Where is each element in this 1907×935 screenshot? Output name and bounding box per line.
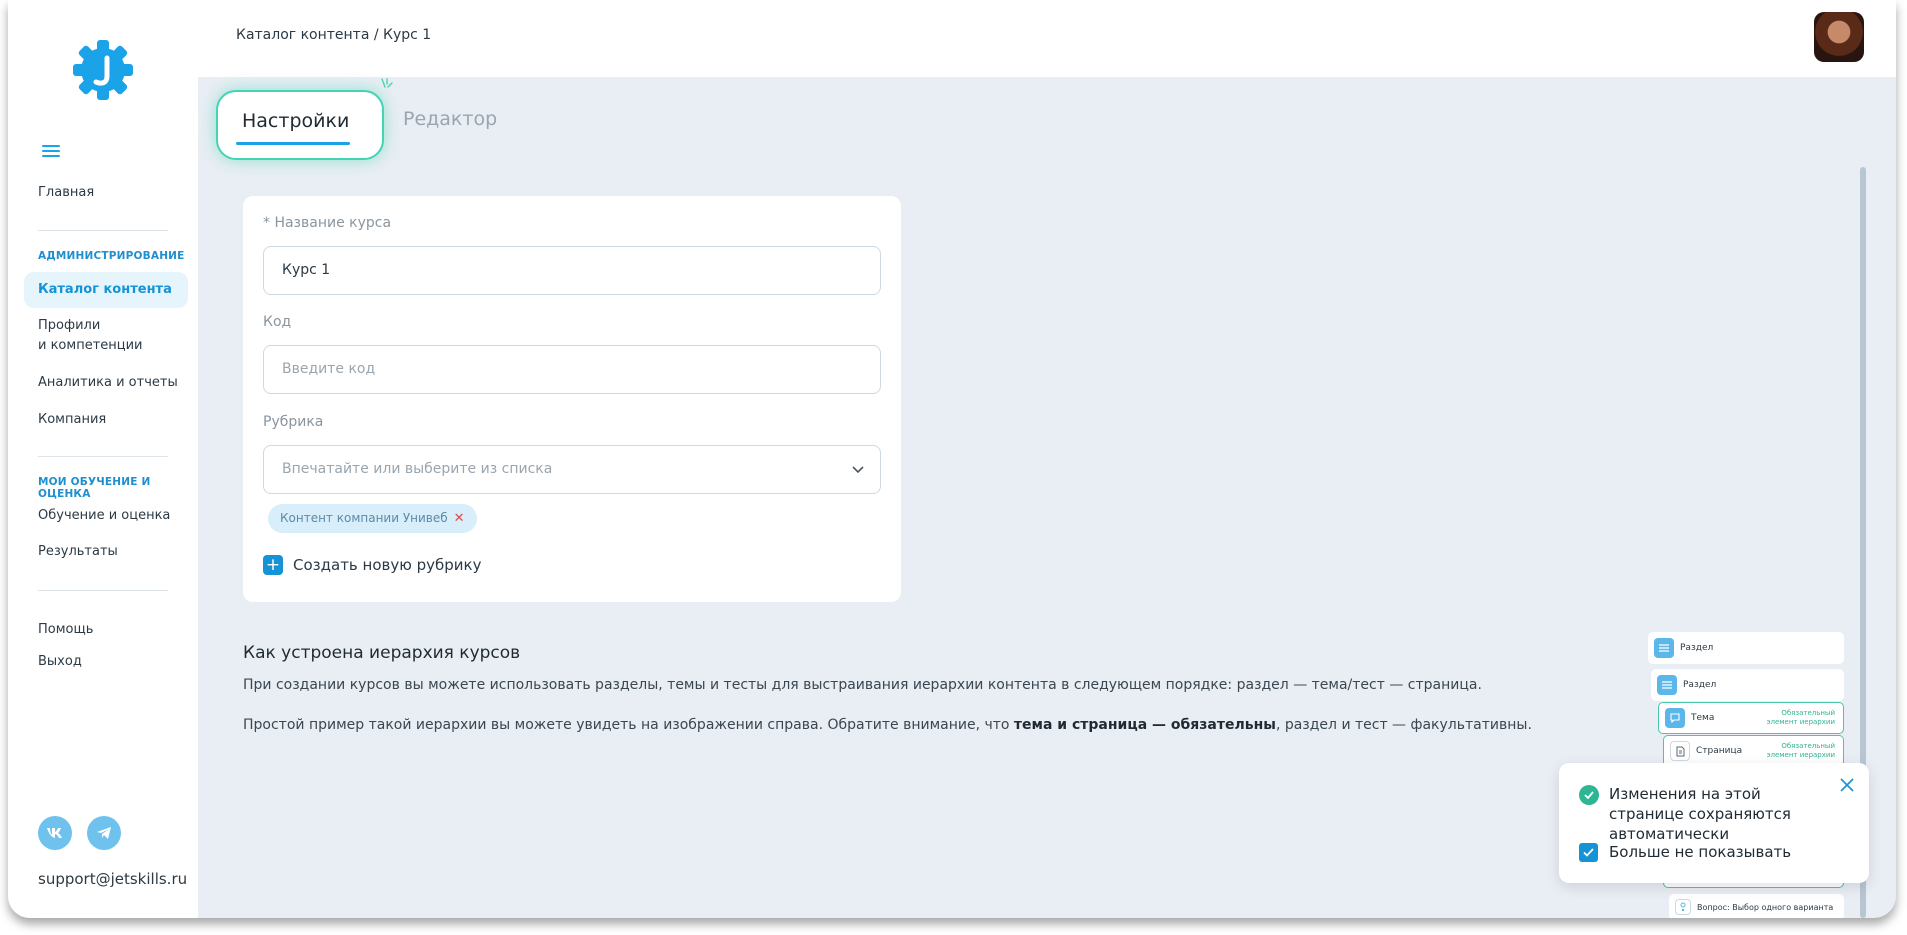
course-settings-card: * Название курса Курс 1 Код Введите код … (243, 196, 901, 602)
nav-logout[interactable]: Выход (38, 652, 82, 672)
nav-heading-learning: МОИ ОБУЧЕНИЕ И ОЦЕНКА (38, 476, 151, 500)
nav-analytics[interactable]: Аналитика и отчеты (38, 373, 178, 393)
nav-learning[interactable]: Обучение и оценка (38, 506, 170, 526)
hierarchy-topic-label: Тема (1691, 713, 1715, 723)
sidebar: Главная АДМИНИСТРИРОВАНИЕ Каталог контен… (8, 0, 198, 918)
dont-show-label[interactable]: Больше не показывать (1609, 843, 1791, 861)
required-note-line2: элемент иерархии (1766, 751, 1835, 759)
nav-profiles-line1: Профили (38, 318, 101, 333)
hierarchy-note: Простой пример такой иерархии вы можете … (243, 717, 1532, 733)
jetskills-logo[interactable] (71, 38, 135, 102)
close-icon[interactable] (1839, 777, 1855, 793)
breadcrumb[interactable]: Каталог контента / Курс 1 (236, 27, 431, 43)
course-name-input[interactable]: Курс 1 (263, 246, 881, 295)
hierarchy-question-row: Вопрос: Выбор одного варианта (1669, 894, 1844, 918)
hierarchy-note-end: , раздел и тест — факультативны. (1275, 717, 1532, 733)
hierarchy-subsection-row: Раздел (1651, 669, 1844, 701)
nav-results[interactable]: Результаты (38, 542, 118, 562)
sidebar-divider (38, 590, 168, 591)
create-rubric-button[interactable]: + Создать новую рубрику (263, 555, 482, 575)
check-circle-icon (1579, 785, 1599, 805)
hierarchy-description: При создании курсов вы можете использова… (243, 677, 1482, 693)
code-label: Код (263, 314, 292, 330)
required-note-line1: Обязательный (1781, 709, 1835, 717)
required-note: Обязательный элемент иерархии (1767, 709, 1835, 727)
list-icon (1657, 675, 1677, 695)
vk-icon[interactable] (38, 816, 72, 850)
remove-chip-icon[interactable]: ✕ (454, 511, 465, 526)
hierarchy-section-row: Раздел (1648, 632, 1844, 664)
telegram-icon[interactable] (87, 816, 121, 850)
sidebar-divider (38, 230, 168, 231)
sidebar-divider (38, 456, 168, 457)
list-icon (1654, 638, 1674, 658)
document-icon (1670, 741, 1690, 761)
tab-editor[interactable]: Редактор (403, 108, 497, 130)
rubric-select-placeholder: Впечатайте или выберите из списка (282, 461, 553, 477)
tab-active-underline (236, 142, 350, 145)
dont-show-checkbox[interactable] (1579, 843, 1598, 862)
chat-icon (1665, 708, 1685, 728)
hierarchy-subsection-label: Раздел (1683, 680, 1717, 690)
nav-heading-admin: АДМИНИСТРИРОВАНИЕ (38, 250, 185, 262)
question-icon (1675, 899, 1691, 915)
required-note-line1: Обязательный (1781, 742, 1835, 750)
hierarchy-topic-row: Тема Обязательный элемент иерархии (1658, 702, 1844, 734)
hierarchy-note-bold: тема и страница — обязательны (1013, 717, 1276, 733)
hierarchy-title: Как устроена иерархия курсов (243, 643, 521, 663)
nav-catalog[interactable]: Каталог контента (24, 272, 188, 308)
nav-main[interactable]: Главная (38, 183, 94, 203)
chevron-down-icon (852, 466, 864, 474)
hierarchy-question-label: Вопрос: Выбор одного варианта (1697, 902, 1834, 912)
rubric-chip: Контент компании Унивеб ✕ (268, 504, 477, 533)
hierarchy-note-text: Простой пример такой иерархии вы можете … (243, 717, 1014, 733)
nav-help[interactable]: Помощь (38, 620, 93, 640)
toast-message: Изменения на этой странице сохраняются а… (1609, 785, 1791, 843)
rubric-select[interactable]: Впечатайте или выберите из списка (263, 445, 881, 494)
tab-settings-label: Настройки (242, 110, 350, 132)
required-note-line2: элемент иерархии (1766, 718, 1835, 726)
code-input[interactable]: Введите код (263, 345, 881, 394)
app-window: Главная АДМИНИСТРИРОВАНИЕ Каталог контен… (8, 0, 1896, 918)
top-header: Каталог контента / Курс 1 (198, 0, 1896, 77)
autosave-toast: Изменения на этой странице сохраняются а… (1559, 763, 1869, 883)
sparkle-icon (381, 78, 393, 88)
menu-icon[interactable] (42, 145, 60, 159)
support-email[interactable]: support@jetskills.ru (38, 870, 187, 888)
hierarchy-page-label: Страница (1696, 746, 1743, 756)
nav-profiles[interactable]: Профили и компетенции (38, 316, 143, 356)
rubric-label: Рубрика (263, 414, 324, 430)
course-name-label: * Название курса (263, 215, 392, 231)
nav-profiles-line2: и компетенции (38, 338, 143, 353)
user-avatar[interactable] (1814, 12, 1864, 62)
required-note: Обязательный элемент иерархии (1767, 742, 1835, 760)
create-rubric-label: Создать новую рубрику (293, 556, 482, 574)
nav-company[interactable]: Компания (38, 410, 106, 430)
tab-settings[interactable]: Настройки (216, 90, 384, 160)
rubric-chip-label: Контент компании Унивеб (280, 511, 448, 525)
plus-icon: + (263, 555, 283, 575)
hierarchy-section-label: Раздел (1680, 643, 1714, 653)
